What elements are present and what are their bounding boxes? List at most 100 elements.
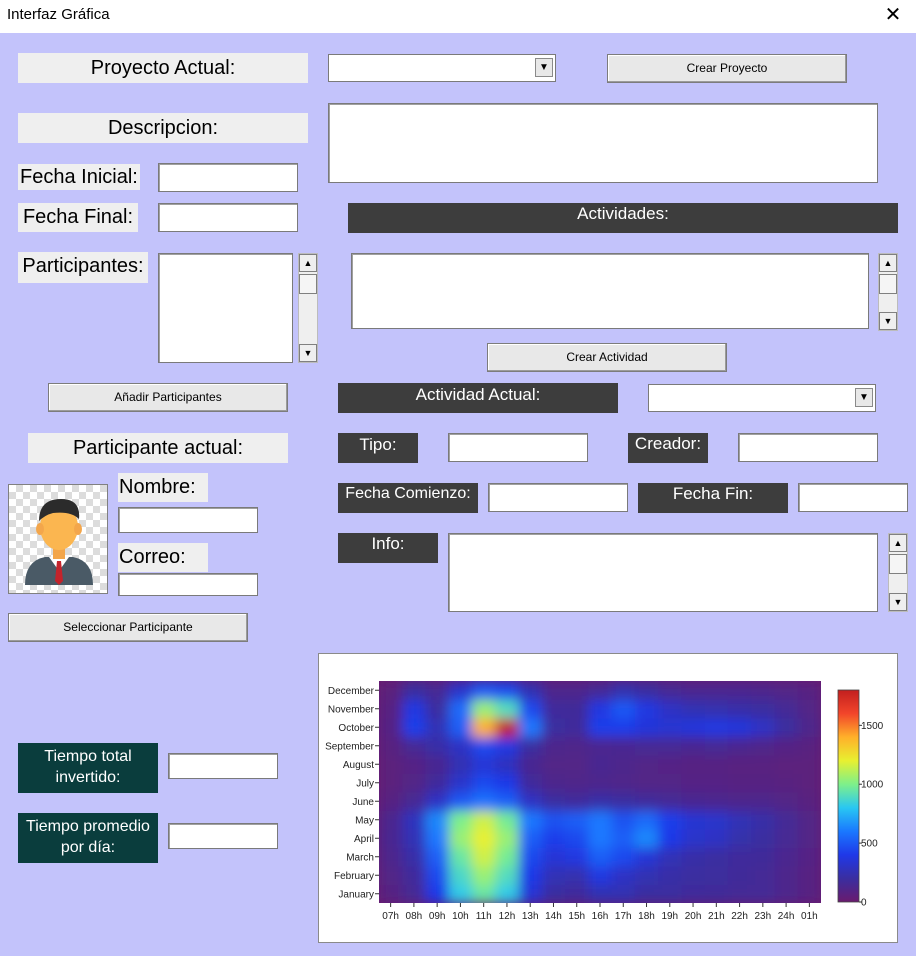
heatmap-cell	[518, 829, 543, 848]
heatmap-cell	[472, 755, 496, 774]
total-time-field[interactable]	[168, 753, 278, 779]
heatmap-cell	[565, 884, 589, 903]
heatmap-cell	[774, 829, 799, 848]
heatmap-cell	[704, 829, 729, 848]
info-field[interactable]	[448, 533, 878, 612]
scroll-up-icon[interactable]: ▲	[889, 534, 907, 552]
heatmap-cell	[727, 736, 752, 756]
window-title: Interfaz Gráfica	[7, 6, 110, 23]
description-field[interactable]	[328, 103, 878, 183]
scroll-down-icon[interactable]: ▼	[879, 312, 897, 330]
heatmap-cell	[727, 884, 752, 903]
x-tick-label: 17h	[615, 911, 632, 922]
title-bar: Interfaz Gráfica ✕	[0, 0, 916, 33]
x-tick-label: 19h	[661, 911, 678, 922]
colorbar-tick-label: 1000	[861, 780, 884, 791]
heatmap-cell	[379, 755, 403, 774]
heatmap-cell	[727, 810, 752, 830]
heatmap-cell	[634, 681, 659, 700]
scroll-thumb[interactable]	[299, 274, 317, 294]
x-tick-label: 18h	[638, 911, 655, 922]
end-date-field[interactable]	[158, 203, 298, 232]
email-label: Correo:	[118, 543, 208, 572]
total-time-label-line2: invertido:	[55, 769, 121, 786]
scroll-down-icon[interactable]: ▼	[889, 593, 907, 611]
heatmap-cell	[751, 718, 775, 737]
info-scrollbar[interactable]: ▲ ▼	[888, 533, 908, 612]
scroll-up-icon[interactable]: ▲	[879, 254, 897, 272]
project-label: Proyecto Actual:	[18, 53, 308, 83]
x-tick-label: 14h	[545, 911, 562, 922]
colorbar	[837, 689, 860, 903]
heatmap-cell	[472, 810, 496, 830]
activities-list[interactable]	[351, 253, 869, 329]
y-tick-label: October	[338, 723, 374, 734]
name-field[interactable]	[118, 507, 258, 533]
x-tick-label: 11h	[476, 911, 492, 922]
heatmap-cell	[704, 699, 729, 719]
heatmap-cell	[681, 718, 706, 737]
heatmap-cell	[518, 866, 543, 885]
x-tick-label: 09h	[429, 911, 446, 922]
scroll-down-icon[interactable]: ▼	[299, 344, 317, 362]
participants-label: Participantes:	[18, 252, 148, 283]
heatmap-cell	[797, 718, 821, 737]
heatmap-cell	[448, 718, 473, 737]
heatmap-cell	[634, 773, 659, 793]
heatmap-cell	[751, 866, 775, 885]
heatmap-cell	[634, 755, 659, 774]
heatmap-cell	[495, 847, 520, 867]
current-activity-label: Actividad Actual:	[338, 383, 618, 413]
heatmap-cell	[448, 699, 473, 719]
email-field[interactable]	[118, 573, 258, 596]
heatmap-cell	[379, 736, 403, 756]
scroll-thumb[interactable]	[889, 554, 907, 574]
scroll-up-icon[interactable]: ▲	[299, 254, 317, 272]
create-project-button[interactable]: Crear Proyecto	[607, 54, 847, 83]
create-activity-button[interactable]: Crear Actividad	[487, 343, 727, 372]
chevron-down-icon[interactable]: ▼	[855, 388, 873, 407]
heatmap-cell	[774, 681, 799, 700]
activities-header: Actividades:	[348, 203, 898, 233]
add-participants-button[interactable]: Añadir Participantes	[48, 383, 288, 412]
start-date-field[interactable]	[158, 163, 298, 192]
close-icon[interactable]: ✕	[870, 0, 916, 30]
x-tick-label: 15h	[568, 911, 585, 922]
scroll-thumb[interactable]	[879, 274, 897, 294]
heatmap-cell	[611, 699, 636, 719]
heatmap-cell	[658, 792, 682, 811]
avg-time-field[interactable]	[168, 823, 278, 849]
heatmap-cell	[425, 829, 450, 848]
heatmap-cell	[472, 718, 496, 737]
heatmap-cell	[588, 829, 613, 848]
heatmap-cell	[425, 866, 450, 885]
heatmap-cell	[751, 681, 775, 700]
start-activity-field[interactable]	[488, 483, 628, 512]
heatmap-cell	[379, 773, 403, 793]
project-combo[interactable]: ▼	[328, 54, 556, 82]
heatmap-cell	[588, 792, 613, 811]
heatmap-cell	[379, 718, 403, 737]
heatmap-cell	[797, 681, 821, 700]
x-tick-label: 16h	[592, 911, 609, 922]
avatar	[8, 484, 108, 594]
heatmap-cell	[518, 792, 543, 811]
heatmap-cell	[634, 736, 659, 756]
heatmap-cell	[658, 736, 682, 756]
heatmap-cell	[588, 866, 613, 885]
end-activity-field[interactable]	[798, 483, 908, 512]
heatmap-cell	[565, 829, 589, 848]
select-participant-button[interactable]: Seleccionar Participante	[8, 613, 248, 642]
heatmap-cell	[518, 847, 543, 867]
activity-combo[interactable]: ▼	[648, 384, 876, 412]
heatmap-cell	[379, 866, 403, 885]
chevron-down-icon[interactable]: ▼	[535, 58, 553, 77]
heatmap-cell	[634, 718, 659, 737]
type-field[interactable]	[448, 433, 588, 462]
activities-scrollbar[interactable]: ▲ ▼	[878, 253, 898, 331]
participants-scrollbar[interactable]: ▲ ▼	[298, 253, 318, 363]
heatmap-cell	[704, 773, 729, 793]
creator-field[interactable]	[738, 433, 878, 462]
participants-list[interactable]	[158, 253, 293, 363]
heatmap-cell	[565, 699, 589, 719]
